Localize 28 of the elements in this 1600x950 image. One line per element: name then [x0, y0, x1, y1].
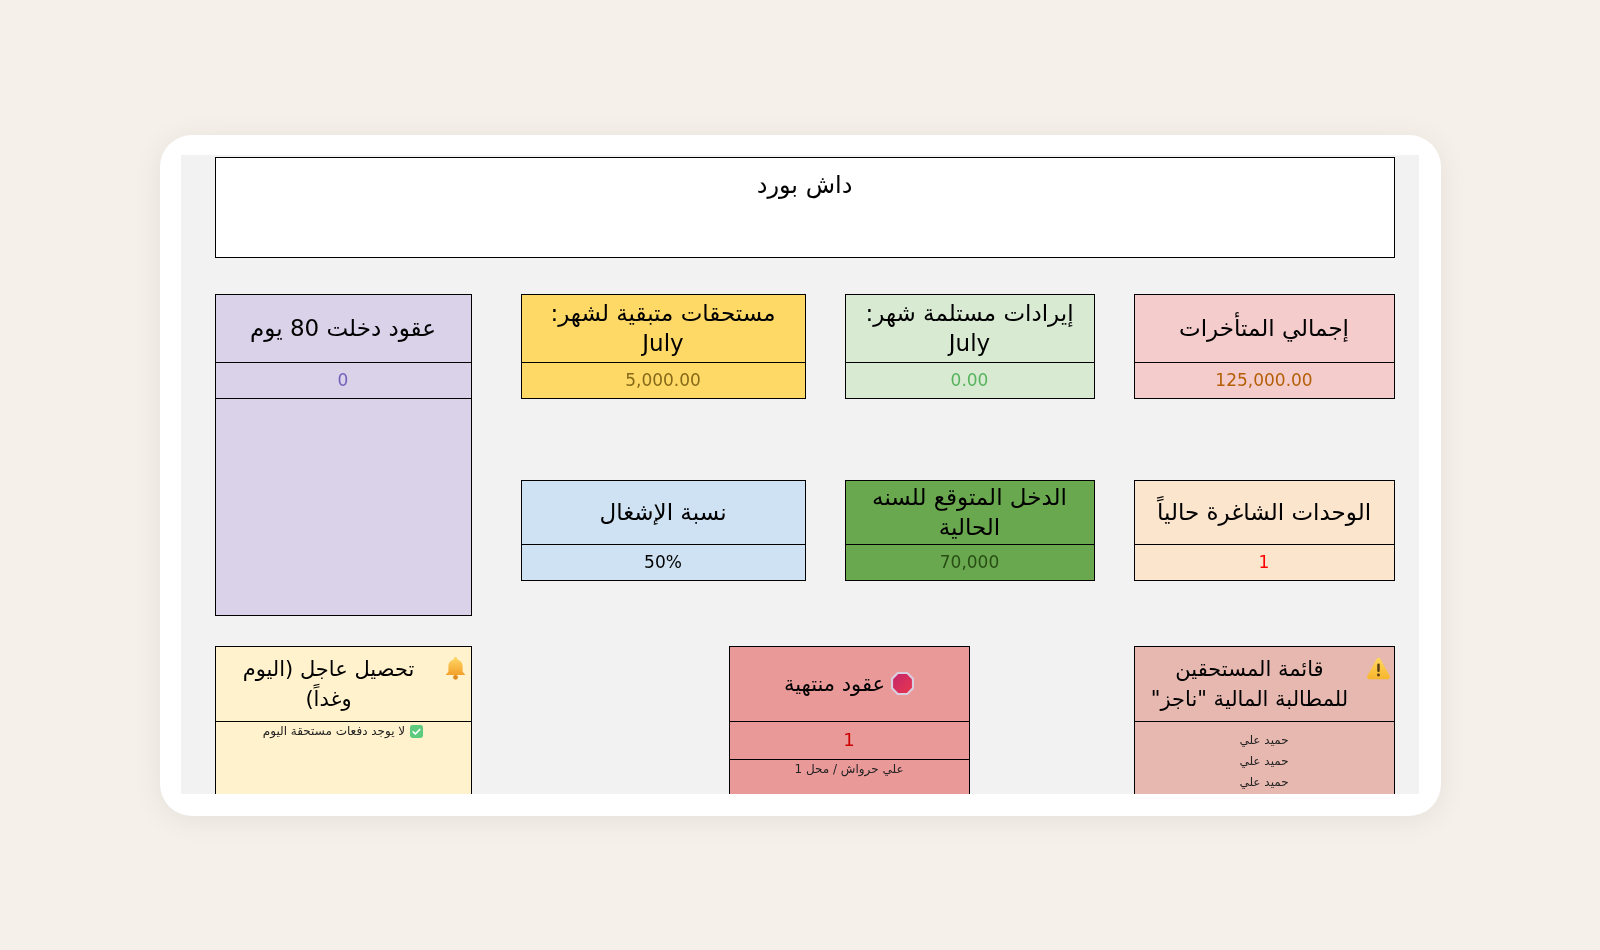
bell-icon: [443, 656, 467, 680]
card-title: إيرادات مستلمة شهر: July: [864, 299, 1075, 358]
card-title: تحصيل عاجل (اليوم وغداً): [241, 655, 416, 713]
list-entry: حميد علي: [1239, 752, 1289, 770]
card-title: عقود منتهية: [783, 670, 886, 698]
card-title: مستحقات متبقية لشهر: July: [549, 299, 777, 358]
list-entry: علي حرواش / محل 1: [794, 760, 904, 778]
card-title: الوحدات الشاغرة حالياً: [1156, 497, 1372, 527]
notice-text: لا يوجد دفعات مستحقة اليوم: [262, 722, 406, 740]
card-value: 0: [337, 369, 349, 391]
check-icon: [410, 724, 424, 738]
warning-icon: [1366, 656, 1390, 680]
card-title: إجمالي المتأخرات: [1179, 313, 1349, 343]
list-entry: حميد علي: [1239, 773, 1289, 791]
stop-sign-icon: [891, 671, 915, 695]
card-value: 50%: [644, 551, 682, 573]
card-value: 1: [1258, 551, 1270, 573]
card-value: 125,000.00: [1215, 369, 1313, 391]
card-value: 5,000.00: [625, 369, 701, 391]
list-entry: حميد علي: [1239, 731, 1289, 749]
card-value: 1: [843, 729, 855, 751]
dashboard-title: داش بورد: [756, 169, 853, 200]
card-title: عقود دخلت 80 يوم: [250, 314, 436, 343]
card-title: نسبة الإشغال: [599, 498, 727, 527]
card-title: الدخل المتوقع للسنه الحالية: [871, 483, 1068, 542]
card-value: 70,000: [939, 551, 1000, 573]
card-value: 0.00: [950, 369, 989, 391]
card-title: قائمة المستحقين للمطالبة المالية "ناجز": [1149, 655, 1350, 713]
